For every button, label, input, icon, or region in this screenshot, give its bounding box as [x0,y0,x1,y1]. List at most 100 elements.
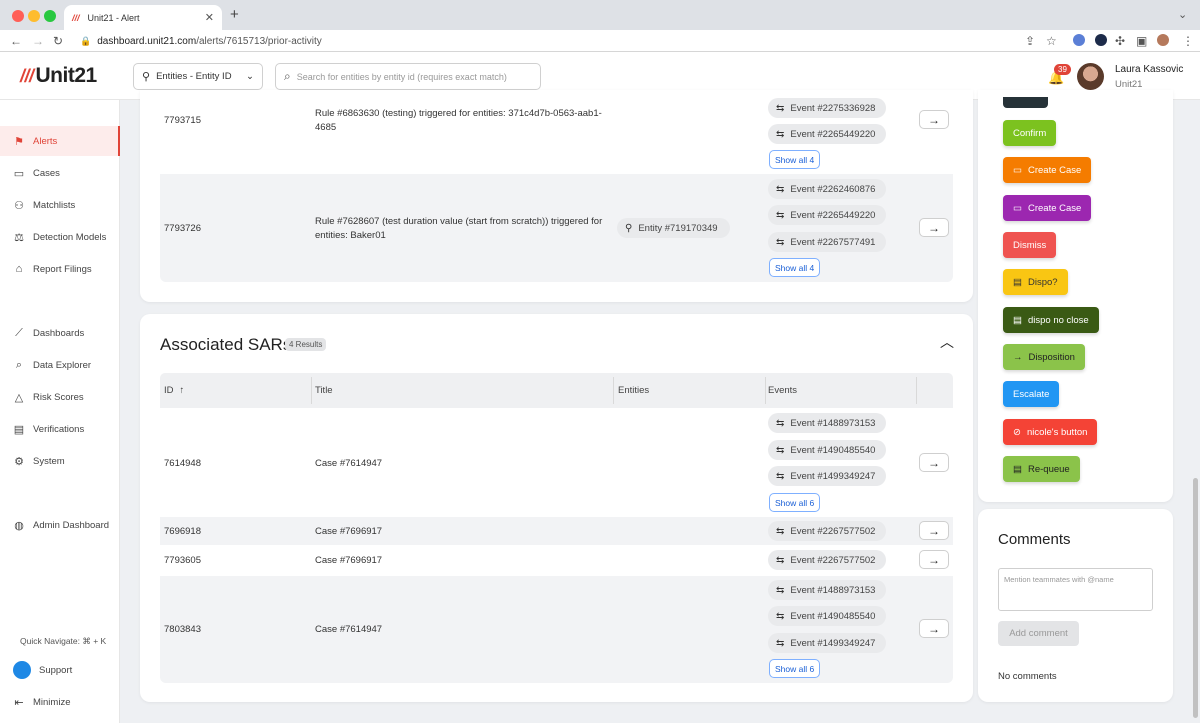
action-button-disposition[interactable]: → Disposition [1003,344,1085,370]
event-pill[interactable]: ⇆ Event #2267577491 [768,232,886,252]
action-button-confirm[interactable]: Confirm [1003,120,1057,146]
event-pill[interactable]: ⇆ Event #1499349247 [768,466,886,486]
sidebar-item-system[interactable]: ⚙ System [0,446,120,476]
show-all-button[interactable]: Show all 6 [769,659,821,678]
puzzle-icon[interactable]: ✣ [1115,34,1125,48]
action-button-dispo[interactable]: ▤ Dispo? [1003,269,1068,295]
open-row-button[interactable]: → [919,110,949,129]
favicon-icon: /// [72,12,80,23]
user-avatar[interactable] [1077,63,1104,90]
sar-title: Case #7614947 [315,458,383,469]
scale-icon: ⚖ [14,231,24,244]
minimize-sidebar-button[interactable]: ⇤ Minimize [0,687,120,717]
event-pill[interactable]: ⇆ Event #1499349247 [768,633,886,653]
transfer-icon: ⇆ [776,417,785,429]
sidebar-item-risk-scores[interactable]: △ Risk Scores [0,382,120,412]
check-circle-icon: ⊘ [1013,426,1021,438]
maximize-window-button[interactable] [44,10,56,22]
column-header-title[interactable]: Title [311,373,611,408]
clipboard-icon: ▤ [1013,463,1022,475]
sidebar-item-verifications[interactable]: ▤ Verifications [0,414,120,444]
open-row-button[interactable]: → [919,453,949,472]
bookmark-star-icon[interactable]: ☆ [1046,34,1057,48]
event-pill[interactable]: ⇆ Event #2275336928 [768,98,886,118]
column-header-events[interactable]: Events [764,373,914,408]
event-pill[interactable]: ⇆ Event #2267577502 [768,521,886,541]
share-icon[interactable]: ⇪ [1025,34,1035,48]
action-button-dispo-no-close[interactable]: ▤ dispo no close [1003,307,1099,333]
action-button-requeue[interactable]: ▤ Re-queue [1003,456,1080,482]
transfer-icon: ⇆ [776,554,785,566]
tab-search-icon[interactable]: ⌄ [1178,8,1187,21]
column-header-entities[interactable]: Entities [614,373,764,408]
show-all-button[interactable]: Show all 6 [769,493,821,512]
gear-icon: ⚙ [14,455,24,468]
show-all-button[interactable]: Show all 4 [769,150,821,169]
event-pill[interactable]: ⇆ Event #2262460876 [768,179,886,199]
warning-icon: △ [14,391,24,404]
support-button[interactable]: Support [0,655,120,685]
entity-type-select[interactable]: ⚲ Entities - Entity ID ⌄ [133,63,263,90]
event-pill[interactable]: ⇆ Event #2265449220 [768,205,886,225]
browser-tab[interactable]: /// Unit21 - Alert ✕ [64,5,222,30]
event-pill[interactable]: ⇆ Event #2265449220 [768,124,886,144]
page-scrollbar[interactable] [1193,478,1198,718]
arrow-right-icon: → [1013,351,1023,363]
url-bar[interactable]: 🔒 dashboard.unit21.com/alerts/7615713/pr… [80,32,1060,50]
data-search-icon: ⌕ [15,358,23,371]
minimize-window-button[interactable] [28,10,40,22]
close-window-button[interactable] [12,10,24,22]
action-button-dismiss[interactable]: Dismiss [1003,232,1057,258]
sidebar-item-detection-models[interactable]: ⚖ Detection Models [0,222,120,252]
reload-icon[interactable]: ↻ [53,34,63,48]
event-pill[interactable]: ⇆ Event #1490485540 [768,440,886,460]
action-button-escalate[interactable]: Escalate [1003,381,1060,407]
show-all-button[interactable]: Show all 4 [769,258,821,277]
sidebar-item-dashboards[interactable]: ⟋ Dashboards [0,318,120,348]
back-icon[interactable]: ← [10,34,22,48]
entity-search-input[interactable]: ⌕ Search for entities by entity id (requ… [275,63,541,90]
action-button-create-case[interactable]: ▭ Create Case [1003,157,1092,183]
collapse-chevron-up-icon[interactable]: ︿ [940,332,954,352]
column-header-id[interactable]: ID ↑ [160,373,310,408]
event-pill[interactable]: ⇆ Event #2267577502 [768,550,886,570]
open-row-button[interactable]: → [919,521,949,540]
new-tab-button[interactable]: + [230,6,239,23]
entity-pill[interactable]: ⚲ Entity #719170349 [617,218,730,238]
comments-title: Comments [998,531,1071,548]
action-button-partial[interactable] [1003,97,1048,108]
sidebar-item-report-filings[interactable]: ⌂ Report Filings [0,254,120,284]
sidebar-item-matchlists[interactable]: ⚇ Matchlists [0,190,120,220]
open-row-button[interactable]: → [919,619,949,638]
extension-icon[interactable] [1073,34,1085,46]
comment-input[interactable]: Mention teammates with @name [998,568,1153,611]
event-pill[interactable]: ⇆ Event #1490485540 [768,606,886,626]
chevron-down-icon: ⌄ [246,71,254,82]
add-comment-button[interactable]: Add comment [998,621,1079,646]
chart-line-icon: ⟋ [15,326,23,339]
arrow-right-icon: → [928,112,940,127]
forward-icon[interactable]: → [32,34,44,48]
address-row: ← → ↻ 🔒 dashboard.unit21.com/alerts/7615… [0,30,1200,52]
profile-avatar[interactable] [1157,34,1169,46]
extension-icon[interactable] [1095,34,1107,46]
event-pill[interactable]: ⇆ Event #1488973153 [768,580,886,600]
more-menu-icon[interactable]: ⋮ [1182,34,1194,48]
results-count-badge: 4 Results [285,338,327,351]
sidebar-item-data-explorer[interactable]: ⌕ Data Explorer [0,350,120,380]
open-row-button[interactable]: → [919,218,949,237]
sidebar-item-cases[interactable]: ▭ Cases [0,158,120,188]
sidebar-toggle-icon[interactable]: ▣ [1136,34,1147,48]
close-tab-icon[interactable]: ✕ [205,11,214,24]
sidebar-item-alerts[interactable]: ⚑ Alerts [0,126,120,156]
action-button-create-case-2[interactable]: ▭ Create Case [1003,195,1092,221]
logo-mark-icon: /// [20,66,34,86]
user-org: Unit21 [1115,79,1143,90]
transfer-icon: ⇆ [776,444,785,456]
open-row-button[interactable]: → [919,550,949,569]
event-pill[interactable]: ⇆ Event #1488973153 [768,413,886,433]
sidebar-item-admin-dashboard[interactable]: ◍ Admin Dashboard [0,510,120,540]
action-button-nicoles[interactable]: ⊘ nicole's button [1003,419,1098,445]
clipboard-icon: ▤ [1013,314,1022,326]
logo[interactable]: ///Unit21 [20,64,97,88]
